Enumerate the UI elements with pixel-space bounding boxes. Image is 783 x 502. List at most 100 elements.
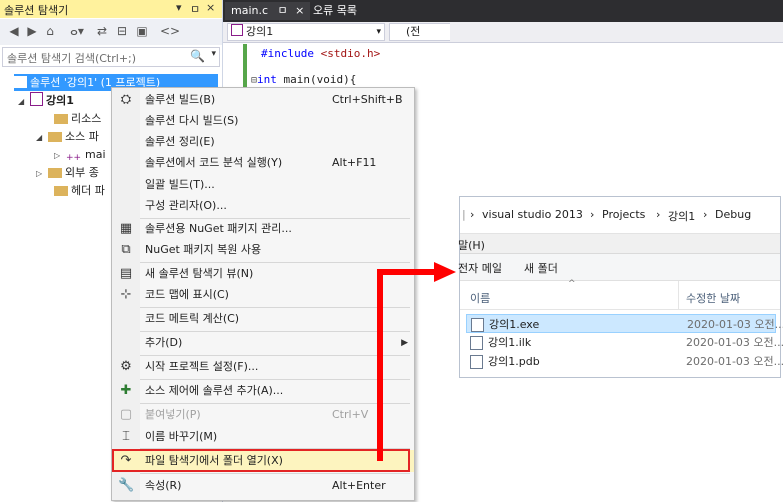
menu-item-batch-build[interactable]: 일괄 빌드(T)... [112,174,414,196]
tree-item-project[interactable]: ◢ 강의1 [18,92,74,109]
collapse-triangle-icon[interactable]: ◢ [18,93,30,110]
menu-item-show-code-map[interactable]: ⊹ 코드 맵에 표시(C) [112,284,414,306]
menu-item-rename[interactable]: ⌶ 이름 바꾸기(M) [112,426,414,448]
home-icon[interactable]: ⌂ [42,23,58,39]
paste-icon: ▢ [119,407,133,422]
editor-tab-strip: main.c ㅁ × 오류 목록 [223,0,783,22]
menu-item-label: 붙여넣기(P) [145,408,201,421]
tree-item-main-c[interactable]: ▷ ++ mai [54,146,106,163]
menu-item-label: 솔루션에서 코드 분석 실행(Y) [145,156,283,169]
change-tracking-bar [243,44,247,92]
expand-triangle-icon[interactable]: ▷ [54,147,66,164]
new-view-icon: ▤ [119,266,133,281]
code-string: <stdio.h> [313,47,381,60]
solution-explorer-search-input[interactable]: 솔루션 탐색기 검색(Ctrl+;) 🔍 ▾ [2,47,220,67]
nuget-icon: ▦ [119,221,133,236]
back-icon[interactable]: ◀ [6,23,22,39]
tab-error-list[interactable]: 오류 목록 [307,2,363,20]
search-icon[interactable]: 🔍 [190,49,205,63]
menu-item-label: 새 솔루션 탐색기 뷰(N) [145,267,254,280]
tree-item-resources[interactable]: 리소스 [54,110,101,127]
pin-icon[interactable]: ㅁ [190,1,200,17]
breadcrumb-item[interactable]: Projects [602,208,645,221]
tree-item-external-deps[interactable]: ▷ 외부 종 [36,164,99,181]
menu-item-help[interactable]: 말(H) [458,237,485,253]
email-button[interactable]: 전자 메일 [458,260,502,276]
code-icon[interactable]: <> [160,23,180,39]
menu-item-code-metrics[interactable]: 코드 메트릭 계산(C) [112,308,414,330]
menu-item-properties[interactable]: 🔧 속성(R) Alt+Enter [112,475,414,497]
exe-file-icon [471,318,484,332]
menu-item-label: 솔루션용 NuGet 패키지 관리... [145,222,292,235]
code-editor[interactable]: #include <stdio.h> ⊟int main(void){ [223,43,423,93]
menu-item-set-startup-projects[interactable]: ⚙ 시작 프로젝트 설정(F)... [112,356,414,378]
source-control-icon: ✚ [120,383,132,398]
forward-icon[interactable]: ▶ [24,23,40,39]
project-icon [231,24,243,36]
menu-item-label: NuGet 패키지 복원 사용 [145,243,262,256]
chevron-down-icon[interactable]: ▾ [211,49,216,59]
menu-item-code-analysis[interactable]: 솔루션에서 코드 분석 실행(Y) Alt+F11 [112,152,414,174]
chevron-down-icon[interactable]: ▾ [376,24,381,40]
tree-item-label: 외부 종 [65,166,99,179]
sync-icon[interactable]: ⴰ▾ [66,23,88,39]
menu-item-label: 솔루션 빌드(B) [145,93,216,106]
menu-item-manage-nuget[interactable]: ▦ 솔루션용 NuGet 패키지 관리... [112,218,414,240]
pdb-file-icon [470,355,483,369]
file-row[interactable]: 강의1.ilk 2020-01-03 오전... [466,333,783,352]
column-header-date-modified[interactable]: 수정한 날짜 [686,290,740,306]
refresh-icon[interactable]: ⇄ [94,23,110,39]
breadcrumb-separator: › [590,208,595,221]
menu-item-label: 속성(R) [145,479,182,492]
menu-item-paste: ▢ 붙여넣기(P) Ctrl+V [112,404,414,426]
collapse-triangle-icon[interactable]: ◢ [36,129,48,146]
breadcrumb-separator: › [703,208,708,221]
close-icon[interactable]: × [295,4,304,17]
properties-icon[interactable]: ▣ [134,23,150,39]
expand-triangle-icon[interactable]: ▷ [36,165,48,182]
breadcrumb-item[interactable]: 강의1 [668,208,695,224]
column-divider[interactable] [678,281,679,309]
tab-main-c[interactable]: main.c ㅁ × [225,2,311,20]
wrench-icon: 🔧 [118,478,135,493]
sort-ascending-icon: ^ [568,279,576,289]
explorer-menu-bar: 말(H) [458,234,780,254]
pin-icon[interactable]: ㅁ [278,4,288,17]
address-bar[interactable]: | › visual studio 2013 › Projects › 강의1 … [460,197,780,234]
menu-item-rebuild-solution[interactable]: 솔루션 다시 빌드(S) [112,110,414,132]
code-map-icon: ⊹ [120,287,132,302]
new-folder-button[interactable]: 새 폴더 [524,260,558,276]
column-header-name[interactable]: 이름 [470,290,490,306]
submenu-arrow-icon: ▶ [401,338,408,348]
menu-separator [140,473,410,474]
menu-item-build-solution[interactable]: ⛭ 솔루션 빌드(B) Ctrl+Shift+B [112,89,414,111]
menu-item-clean-solution[interactable]: 솔루션 정리(E) [112,131,414,153]
breadcrumb-item[interactable]: visual studio 2013 [482,208,583,221]
close-icon[interactable]: × [206,1,215,14]
code-keyword: int [257,73,277,86]
collapse-icon[interactable]: ⊟ [114,23,130,39]
tree-item-header-files[interactable]: 헤더 파 [54,182,105,199]
menu-item-configuration-manager[interactable]: 구성 관리자(O)... [112,195,414,217]
menu-item-add[interactable]: 추가(D) ▶ [112,332,414,354]
project-combo[interactable]: 강의1 ▾ [227,23,385,41]
menu-item-label: 일괄 빌드(T)... [145,178,215,191]
menu-item-new-explorer-view[interactable]: ▤ 새 솔루션 탐색기 뷰(N) [112,263,414,285]
file-date: 2020-01-03 오전... [686,336,783,349]
tree-item-source-files[interactable]: ◢ 소스 파 [36,128,99,145]
window-position-arrow-icon[interactable]: ▾ [176,1,182,14]
breadcrumb-separator: › [656,208,661,221]
file-row[interactable]: 강의1.pdb 2020-01-03 오전... [466,352,783,371]
tree-item-label: 소스 파 [65,130,99,143]
solution-icon [14,76,27,88]
file-row[interactable]: 강의1.exe 2020-01-03 오전... [466,314,783,333]
breadcrumb-item[interactable]: Debug [715,208,751,221]
project-combo-value: 강의1 [246,25,274,38]
menu-item-label: 코드 맵에 표시(C) [145,288,229,301]
menu-item-nuget-restore[interactable]: ⧉ NuGet 패키지 복원 사용 [112,239,414,261]
menu-item-label: 소스 제어에 솔루션 추가(A)... [145,384,284,397]
explorer-command-bar: 전자 메일 새 폴더 [458,254,780,281]
file-name: 강의1.ilk [488,336,532,349]
scope-combo[interactable]: (전 [389,23,450,41]
menu-item-add-to-source-control[interactable]: ✚ 소스 제어에 솔루션 추가(A)... [112,380,414,402]
